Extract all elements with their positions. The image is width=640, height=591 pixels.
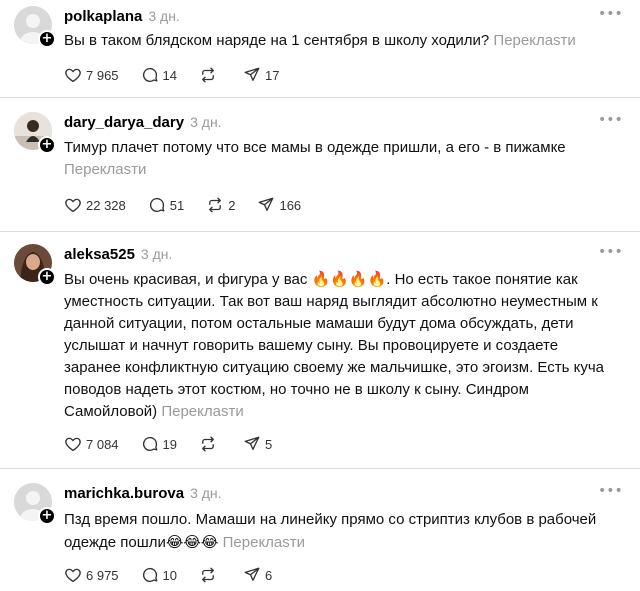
timestamp: 3 дн. bbox=[190, 485, 222, 501]
like-count: 22 328 bbox=[86, 197, 126, 213]
repost-count: 2 bbox=[228, 197, 236, 213]
comment-item: + dary_darya_dary 3 дн. ••• Тимур плачет… bbox=[0, 98, 640, 232]
translate-link[interactable]: Переклasти bbox=[161, 403, 243, 420]
reply-button[interactable]: 10 bbox=[141, 566, 177, 584]
avatar[interactable]: + bbox=[14, 112, 56, 154]
username[interactable]: marichka.burova bbox=[64, 485, 184, 502]
timestamp: 3 дн. bbox=[190, 114, 222, 130]
more-options-icon[interactable]: ••• bbox=[598, 112, 623, 128]
like-button[interactable]: 7 084 bbox=[64, 435, 119, 453]
follow-plus-icon[interactable]: + bbox=[38, 507, 56, 525]
reply-count: 51 bbox=[169, 197, 185, 213]
laugh-emojis: 😂😂😂 bbox=[165, 533, 219, 551]
more-options-icon[interactable]: ••• bbox=[598, 244, 623, 260]
action-bar: 22 328 51 2 166 bbox=[64, 196, 323, 214]
share-button[interactable]: 17 bbox=[243, 66, 279, 84]
reply-button[interactable]: 51 bbox=[148, 196, 184, 214]
comment-text: Вы в таком блядском наряде на 1 сентября… bbox=[64, 32, 576, 49]
reply-button[interactable]: 19 bbox=[141, 435, 177, 453]
repost-arrows-icon bbox=[202, 67, 214, 83]
follow-plus-icon[interactable]: + bbox=[38, 30, 56, 48]
like-count: 7 084 bbox=[86, 436, 119, 452]
comment-item: + marichka.burova 3 дн. ••• Пзд время по… bbox=[0, 469, 640, 591]
comment-text: Тимур плачет потому что все мамы в одежд… bbox=[64, 139, 566, 178]
action-bar: 7 084 19 5 bbox=[64, 435, 294, 453]
comment-item: + polkaplana 3 дн. ••• Вы в таком блядск… bbox=[0, 0, 640, 98]
paper-plane-icon bbox=[244, 567, 260, 581]
comment-item: + aleksa525 3 дн. ••• Вы очень красивая,… bbox=[0, 232, 640, 469]
follow-plus-icon[interactable]: + bbox=[38, 136, 56, 154]
repost-button[interactable] bbox=[199, 435, 221, 453]
share-count: 166 bbox=[279, 197, 302, 213]
translate-link[interactable]: Переклasти bbox=[223, 534, 305, 551]
username[interactable]: dary_darya_dary bbox=[64, 114, 184, 131]
like-button[interactable]: 7 965 bbox=[64, 66, 119, 84]
reply-count: 14 bbox=[162, 67, 178, 83]
avatar[interactable]: + bbox=[14, 6, 56, 48]
timestamp: 3 дн. bbox=[148, 8, 180, 24]
like-button[interactable]: 22 328 bbox=[64, 196, 126, 214]
follow-plus-icon[interactable]: + bbox=[38, 268, 56, 286]
share-button[interactable]: 6 bbox=[243, 566, 272, 584]
fire-emojis: 🔥🔥🔥🔥 bbox=[311, 270, 387, 288]
like-button[interactable]: 6 975 bbox=[64, 566, 119, 584]
repost-arrows-icon bbox=[202, 567, 214, 583]
speech-bubble-icon bbox=[142, 436, 157, 452]
share-count: 5 bbox=[265, 436, 273, 452]
share-count: 17 bbox=[265, 67, 280, 83]
paper-plane-icon bbox=[259, 197, 274, 211]
action-bar: 7 965 14 17 bbox=[64, 66, 301, 84]
share-count: 6 bbox=[265, 567, 273, 583]
speech-bubble-icon bbox=[142, 567, 157, 583]
comments-thread: + polkaplana 3 дн. ••• Вы в таком блядск… bbox=[0, 0, 640, 591]
repost-arrows-icon bbox=[209, 197, 222, 213]
paper-plane-icon bbox=[244, 67, 260, 81]
like-count: 7 965 bbox=[86, 67, 119, 83]
reply-count: 19 bbox=[162, 436, 178, 452]
translate-link[interactable]: Переклasти bbox=[64, 161, 146, 178]
action-bar: 6 975 10 6 bbox=[64, 566, 294, 584]
share-button[interactable]: 166 bbox=[257, 196, 301, 214]
speech-bubble-icon bbox=[142, 67, 157, 83]
translate-link[interactable]: Переклasти bbox=[493, 32, 575, 49]
timestamp: 3 дн. bbox=[140, 246, 173, 262]
heart-icon bbox=[65, 198, 81, 213]
more-options-icon[interactable]: ••• bbox=[598, 6, 623, 22]
heart-icon bbox=[65, 568, 81, 583]
paper-plane-icon bbox=[244, 436, 260, 450]
comment-text: Вы очень красивая, и фигура у вас 🔥🔥🔥🔥. … bbox=[64, 270, 605, 420]
more-options-icon[interactable]: ••• bbox=[598, 483, 623, 499]
reply-button[interactable]: 14 bbox=[141, 66, 177, 84]
repost-button[interactable] bbox=[199, 66, 221, 84]
heart-icon bbox=[65, 437, 81, 452]
repost-button[interactable] bbox=[199, 566, 221, 584]
repost-arrows-icon bbox=[202, 436, 214, 452]
avatar[interactable]: + bbox=[14, 244, 56, 286]
heart-icon bbox=[65, 68, 81, 83]
speech-bubble-icon bbox=[149, 197, 165, 213]
avatar[interactable]: + bbox=[14, 483, 56, 525]
like-count: 6 975 bbox=[86, 567, 119, 583]
repost-button[interactable]: 2 bbox=[206, 196, 235, 214]
username[interactable]: aleksa525 bbox=[64, 246, 135, 263]
reply-count: 10 bbox=[162, 567, 178, 583]
username[interactable]: polkaplana bbox=[64, 8, 142, 25]
comment-text: Пзд время пошло. Мамаши на линейку прямо… bbox=[64, 511, 597, 551]
share-button[interactable]: 5 bbox=[243, 435, 272, 453]
